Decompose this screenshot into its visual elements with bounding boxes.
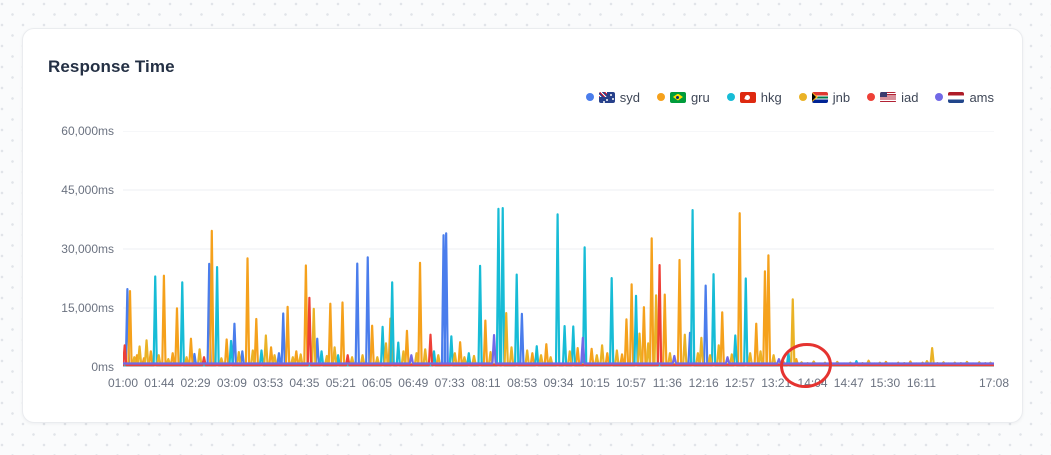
x-tick-label: 01:00 bbox=[107, 376, 139, 390]
y-tick-label: 15,000ms bbox=[61, 301, 114, 315]
x-tick-label: 11:36 bbox=[652, 376, 682, 390]
netherlands-flag-icon bbox=[948, 91, 965, 103]
y-tick-label: 0ms bbox=[91, 360, 114, 374]
legend-label: iad bbox=[901, 89, 919, 105]
legend-item-gru[interactable]: gru bbox=[656, 89, 710, 105]
legend-label: syd bbox=[619, 89, 640, 105]
x-tick-label: 07:33 bbox=[434, 376, 465, 390]
legend-dot-gru bbox=[656, 93, 665, 101]
x-tick-label: 16:11 bbox=[906, 376, 937, 390]
x-tick-label: 17:08 bbox=[978, 376, 1010, 390]
x-tick-label: 06:49 bbox=[398, 376, 429, 390]
x-tick-label: 12:16 bbox=[688, 376, 719, 390]
x-tick-label: 03:09 bbox=[216, 376, 247, 390]
page-title: Response Time bbox=[48, 57, 175, 76]
chart-legend: syd gru hkg jnb iad ams bbox=[48, 87, 994, 107]
response-time-chart: 60,000ms 45,000ms 30,000ms 15,000ms 0ms 01:0… bbox=[48, 124, 1009, 394]
x-tick-label: 05:21 bbox=[325, 376, 356, 390]
x-tick-label: 03:53 bbox=[253, 376, 284, 390]
y-tick-label: 60,000ms bbox=[61, 124, 114, 138]
united-states-flag-icon bbox=[880, 91, 897, 103]
x-tick-label: 13:21 bbox=[761, 376, 792, 390]
legend-label: gru bbox=[690, 89, 710, 105]
x-tick-label: 09:34 bbox=[543, 376, 574, 390]
series-hkg bbox=[123, 207, 994, 367]
legend-dot-hkg bbox=[726, 93, 735, 101]
legend-dot-ams bbox=[935, 93, 944, 101]
legend-dot-iad bbox=[867, 93, 876, 101]
x-tick-label: 10:15 bbox=[579, 376, 610, 390]
south-africa-flag-icon bbox=[811, 91, 828, 103]
y-tick-label: 45,000ms bbox=[61, 183, 114, 197]
x-axis: 01:00 01:44 02:29 03:09 03:53 04:35 05:21 06:05… bbox=[108, 376, 1009, 394]
x-tick-label: 10:57 bbox=[616, 376, 647, 390]
y-tick-label: 30,000ms bbox=[61, 242, 114, 256]
hong-kong-flag-icon bbox=[739, 91, 756, 103]
x-tick-label: 04:35 bbox=[289, 376, 320, 390]
x-tick-label: 08:53 bbox=[507, 376, 538, 390]
legend-item-ams[interactable]: ams bbox=[935, 90, 994, 105]
x-tick-label: 15:30 bbox=[870, 376, 901, 390]
legend-label: hkg bbox=[760, 89, 782, 105]
legend-item-hkg[interactable]: hkg bbox=[726, 89, 782, 105]
plot-area[interactable]: 01:00 01:44 02:29 03:09 03:53 04:35 05:21 06:05… bbox=[108, 131, 1009, 394]
x-tick-label: 01:44 bbox=[144, 376, 175, 390]
legend-label: jnb bbox=[832, 89, 851, 105]
australia-flag-icon bbox=[598, 91, 615, 103]
legend-item-iad[interactable]: iad bbox=[867, 90, 918, 105]
x-tick-label: 06:05 bbox=[362, 376, 393, 390]
x-tick-label: 02:29 bbox=[180, 376, 211, 390]
legend-dot-syd bbox=[585, 93, 594, 101]
response-time-card: Response Time syd gru hkg jnb iad ams 60,000m… bbox=[22, 28, 1023, 423]
x-tick-label: 14:04 bbox=[797, 376, 828, 390]
legend-dot-jnb bbox=[798, 93, 807, 101]
x-tick-label: 14:47 bbox=[833, 376, 864, 390]
legend-label: ams bbox=[969, 89, 994, 105]
x-tick-label: 08:11 bbox=[471, 376, 501, 390]
legend-item-syd[interactable]: syd bbox=[585, 89, 640, 105]
chart-canvas[interactable] bbox=[123, 131, 994, 367]
legend-item-jnb[interactable]: jnb bbox=[798, 89, 851, 105]
y-axis: 60,000ms 45,000ms 30,000ms 15,000ms 0ms bbox=[48, 124, 123, 374]
brazil-flag-icon bbox=[669, 91, 686, 103]
x-tick-label: 12:57 bbox=[724, 376, 755, 390]
